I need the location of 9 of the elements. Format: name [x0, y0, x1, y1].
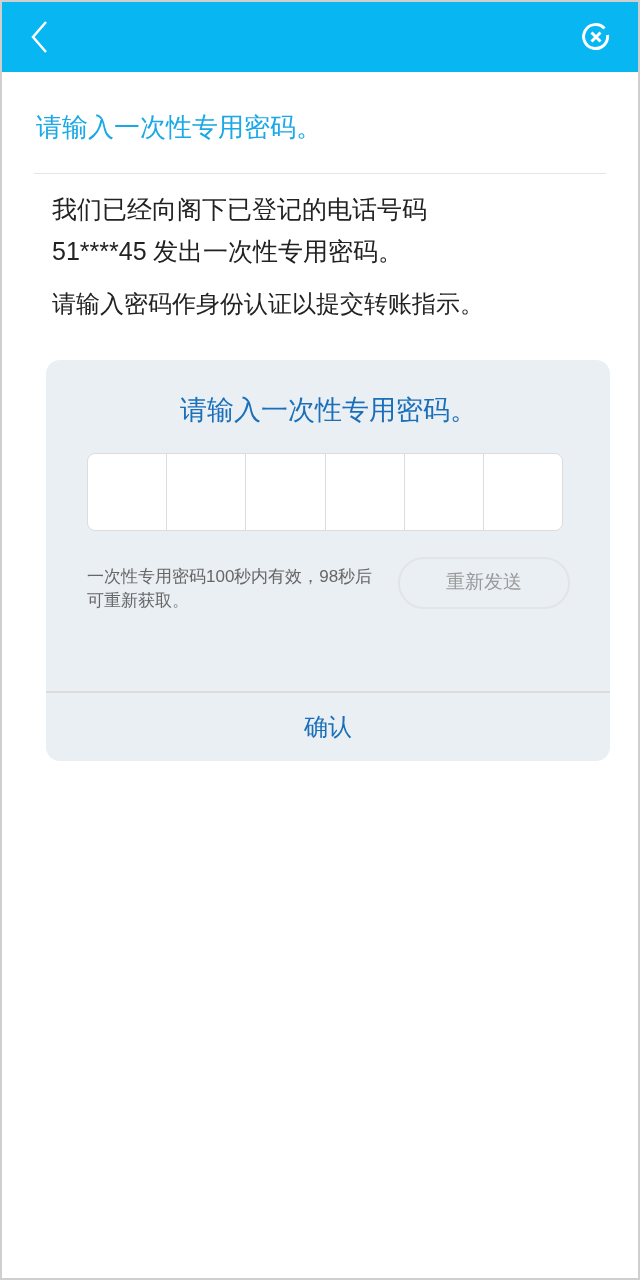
code-input-field[interactable] — [87, 452, 563, 531]
confirm-button[interactable]: 确认 — [46, 690, 610, 761]
page-heading: 请输入一次性专用密码。 — [35, 111, 323, 144]
message-text: 我们已经向阁下已登记的电话号码 51****45 发出一次性专用密码。 — [52, 194, 428, 268]
card-title: 请输入一次性专用密码。 — [178, 394, 478, 427]
back-icon[interactable] — [30, 20, 48, 54]
hint-text: 一次性专用密码100秒内有效，98秒后可重新获取。 — [87, 565, 374, 612]
instruction-text: 请输入密码作身份认证以提交转账指示。 — [52, 289, 485, 320]
close-icon[interactable] — [582, 23, 610, 51]
